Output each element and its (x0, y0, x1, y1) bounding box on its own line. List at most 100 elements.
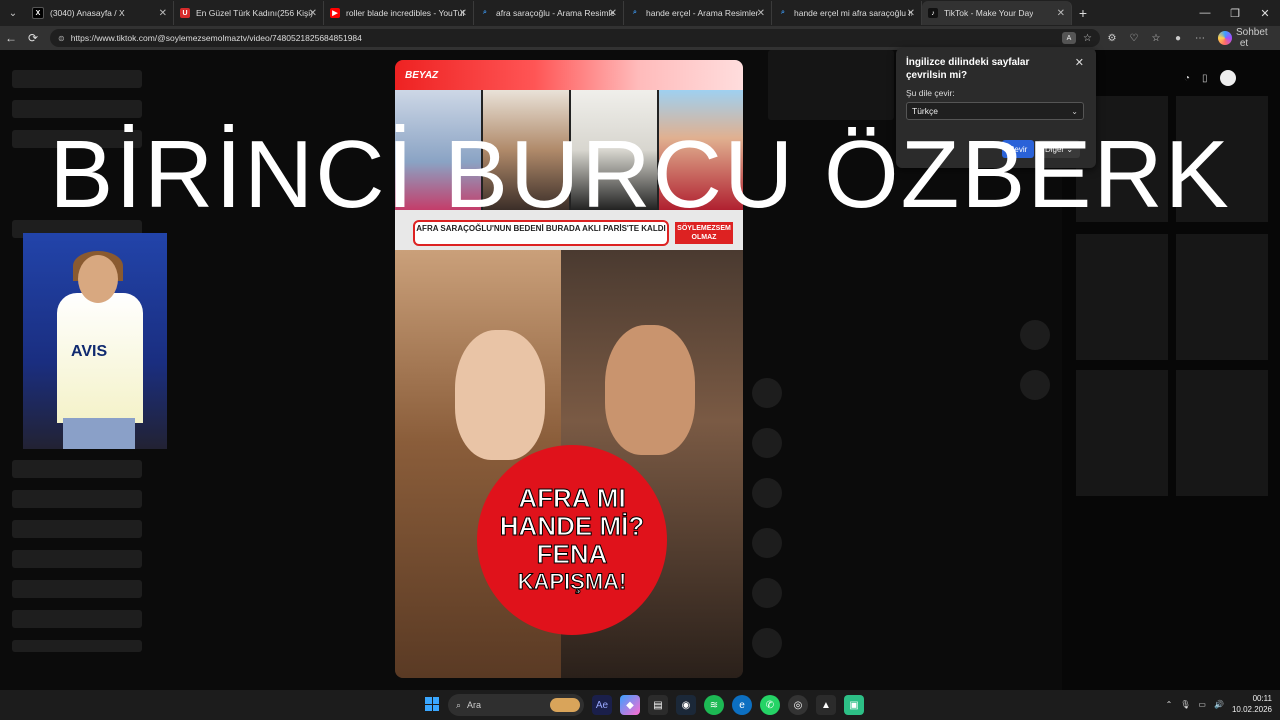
minimize-icon[interactable]: — (1190, 0, 1220, 26)
device-icon[interactable]: ▯ (1202, 73, 1208, 84)
close-icon[interactable]: ✕ (907, 8, 915, 19)
tab-youtube[interactable]: ▶ roller blade incredibles - YouTube ✕ (324, 1, 474, 25)
reload-button[interactable]: ⟳ (22, 27, 44, 49)
close-icon[interactable]: ✕ (1057, 8, 1065, 19)
taskbar: ⌕ Ara Ae ◆ ▤ ◉ ≋ e ✆ ◎ ▲ ▣ ⌃ 🎙 ▭ 🔊 00:11… (0, 690, 1280, 720)
chrome-icon[interactable]: ◎ (788, 695, 808, 715)
taskbar-search[interactable]: ⌕ Ara (448, 694, 584, 716)
action-button[interactable] (752, 528, 782, 558)
search-highlight-icon (550, 698, 580, 712)
after-effects-icon[interactable]: Ae (592, 695, 612, 715)
search-icon: ⌕ (781, 9, 785, 16)
video-card-skeleton[interactable] (1076, 370, 1168, 496)
new-tab-button[interactable]: + (1072, 5, 1094, 21)
clock[interactable]: 00:11 10.02.2026 (1232, 693, 1272, 715)
chevron-down-icon: ⌄ (1071, 106, 1078, 116)
windows-start-icon[interactable] (425, 697, 439, 711)
copilot-button[interactable]: Sohbet et (1218, 27, 1268, 49)
top-right-controls: ◔ ▯ (1184, 70, 1236, 86)
youtube-icon: ▶ (330, 8, 340, 18)
whatsapp-icon[interactable]: ✆ (760, 695, 780, 715)
back-button[interactable]: ← (0, 27, 22, 49)
app-icon[interactable]: ▲ (816, 695, 836, 715)
clock-time: 00:11 (1252, 694, 1272, 703)
close-window-icon[interactable]: ✕ (1250, 0, 1280, 26)
notes-app-icon[interactable]: ▣ (844, 695, 864, 715)
search-icon: ⌕ (483, 9, 487, 16)
tab-label: roller blade incredibles - YouTube (346, 8, 464, 18)
spotify-icon[interactable]: ≋ (704, 695, 724, 715)
tab-label: hande erçel mi afra saraçoğlu mu (794, 8, 912, 18)
jersey-sponsor-text: AVIS (71, 343, 108, 360)
tab-label: TikTok - Make Your Day (944, 8, 1034, 18)
tab-x[interactable]: X (3040) Anasayfa / X ✕ (26, 1, 174, 25)
action-button[interactable] (752, 428, 782, 458)
tab-label: hande erçel - Arama Resimler (646, 8, 759, 18)
tab-tiktok[interactable]: ♪ TikTok - Make Your Day ✕ (922, 1, 1072, 25)
sidebar-skeleton (12, 550, 142, 568)
extensions-icon[interactable]: ⚙ (1104, 33, 1120, 44)
toggle-icon[interactable] (1219, 70, 1236, 86)
translate-icon[interactable]: A (1062, 32, 1076, 44)
speed-icon[interactable]: ◔ (1184, 73, 1190, 84)
address-bar[interactable]: ⊜ https://www.tiktok.com/@soylemezsemolm… (50, 29, 1100, 47)
taskbar-apps: Ae ◆ ▤ ◉ ≋ e ✆ ◎ ▲ ▣ (592, 695, 864, 715)
favorites-icon[interactable]: ☆ (1148, 33, 1164, 44)
volume-icon[interactable]: 🔊 (1214, 700, 1224, 709)
inset-photo: AVIS (23, 233, 167, 449)
more-options-icon[interactable]: ⋯ (1192, 33, 1208, 44)
action-button[interactable] (752, 578, 782, 608)
network-icon[interactable]: ▭ (1198, 700, 1206, 709)
action-button[interactable] (752, 378, 782, 408)
edge-icon[interactable]: e (732, 695, 752, 715)
favorite-star-icon[interactable]: ☆ (1083, 33, 1092, 44)
tab-afra-search[interactable]: ⌕ afra saraçoğlu - Arama Resimler ✕ (474, 1, 624, 25)
channel-logo: BEYAZ (405, 70, 439, 81)
steam-icon[interactable]: ◉ (676, 695, 696, 715)
sidebar-skeleton (12, 490, 142, 508)
system-tray: ⌃ 🎙 ▭ 🔊 00:11 10.02.2026 (1166, 693, 1272, 715)
maximize-icon[interactable]: ❐ (1220, 0, 1250, 26)
microphone-icon[interactable]: 🎙 (1180, 700, 1190, 709)
tab-hande-search[interactable]: ⌕ hande erçel - Arama Resimler ✕ (624, 1, 772, 25)
close-icon[interactable]: ✕ (609, 8, 617, 19)
headline-badge: AFRA MI HANDE Mİ? FENA KAPIŞMA! (477, 445, 667, 635)
chevron-up-icon[interactable]: ⌃ (1166, 700, 1173, 709)
browser-essentials-icon[interactable]: ♡ (1126, 33, 1142, 44)
tab-actions-menu[interactable]: ⌄ (0, 1, 26, 25)
head (78, 255, 118, 303)
tab-ranking[interactable]: U En Güzel Türk Kadını(256 Kişi) | Ua ✕ (174, 1, 324, 25)
browser-toolbar: ← ⟳ ⊜ https://www.tiktok.com/@soylemezse… (0, 26, 1280, 50)
video-card-skeleton[interactable] (1076, 234, 1168, 360)
video-card-skeleton[interactable] (1176, 234, 1268, 360)
video-card-skeleton[interactable] (1176, 370, 1268, 496)
profile-icon[interactable]: ● (1170, 33, 1186, 44)
headline-line: AFRA MI (518, 483, 626, 513)
nav-arrow-button[interactable] (1020, 320, 1050, 350)
window-controls: — ❐ ✕ (1190, 0, 1280, 26)
translate-subtitle: Şu dile çevir: (906, 88, 955, 98)
close-icon[interactable]: ✕ (459, 8, 467, 19)
ranking-icon: U (180, 8, 190, 18)
close-icon[interactable]: ✕ (1075, 56, 1084, 69)
action-button[interactable] (752, 628, 782, 658)
copilot-app-icon[interactable]: ◆ (620, 695, 640, 715)
face-left (455, 330, 545, 460)
headline-line: HANDE Mİ? (499, 511, 645, 541)
nav-arrow-button[interactable] (1020, 370, 1050, 400)
tab-compare-search[interactable]: ⌕ hande erçel mi afra saraçoğlu mu ✕ (772, 1, 922, 25)
sidebar-skeleton (12, 610, 142, 628)
close-icon[interactable]: ✕ (309, 8, 317, 19)
close-icon[interactable]: ✕ (757, 8, 765, 19)
tab-label: (3040) Anasayfa / X (50, 8, 125, 18)
language-select[interactable]: Türkçe ⌄ (906, 102, 1084, 120)
site-info-icon[interactable]: ⊜ (58, 34, 65, 43)
search-label: Ara (467, 700, 482, 710)
fl-studio-icon[interactable]: ▤ (648, 695, 668, 715)
close-icon[interactable]: ✕ (159, 8, 167, 19)
url-text: https://www.tiktok.com/@soylemezsemolmaz… (70, 33, 362, 43)
action-button[interactable] (752, 478, 782, 508)
search-icon: ⌕ (456, 699, 462, 710)
tiktok-icon: ♪ (928, 8, 938, 18)
tab-bar: ⌄ X (3040) Anasayfa / X ✕ U En Güzel Tür… (0, 0, 1280, 26)
